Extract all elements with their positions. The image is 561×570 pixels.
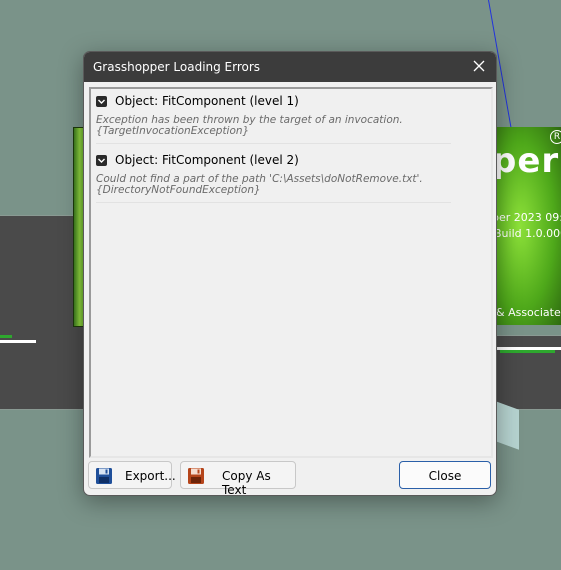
geometry-stroke	[500, 350, 555, 353]
collapse-toggle-icon[interactable]	[96, 95, 107, 107]
close-icon[interactable]	[471, 58, 487, 74]
copy-as-text-button[interactable]: Copy As Text	[180, 461, 296, 495]
error-item-header[interactable]: Object: FitComponent (level 2)	[96, 153, 299, 167]
copy-disk-icon	[187, 467, 205, 485]
error-item-header[interactable]: Object: FitComponent (level 1)	[96, 94, 299, 108]
item-divider	[96, 143, 451, 144]
splash-title: per	[492, 141, 560, 181]
error-exception-type: {DirectoryNotFoundException}	[96, 184, 261, 196]
error-exception-type: {TargetInvocationException}	[96, 125, 250, 137]
copy-button-label: Copy As Text	[222, 469, 271, 496]
collapse-toggle-icon[interactable]	[96, 154, 107, 166]
geometry-stroke	[0, 340, 36, 343]
loading-errors-dialog: Grasshopper Loading Errors Object: FitCo…	[83, 51, 497, 496]
item-divider	[96, 202, 451, 203]
splash-build: Build 1.0.000	[494, 227, 561, 240]
close-button[interactable]: Close	[399, 461, 491, 489]
dialog-titlebar[interactable]: Grasshopper Loading Errors	[84, 52, 496, 82]
splash-credit: & Associate	[496, 306, 561, 319]
splash-registered-mark: R	[550, 130, 561, 144]
error-list[interactable]: Object: FitComponent (level 1) Exception…	[89, 87, 493, 458]
export-button[interactable]: Export...	[88, 461, 176, 489]
save-disk-icon	[95, 467, 113, 485]
error-message: Could not find a part of the path 'C:\As…	[96, 174, 423, 196]
export-button-label: Export...	[125, 469, 176, 483]
splash-date: ber 2023 09:0	[492, 211, 561, 224]
geometry-stroke	[0, 335, 12, 338]
error-message: Exception has been thrown by the target …	[96, 115, 403, 137]
error-item-title: Object: FitComponent (level 2)	[115, 153, 299, 167]
dialog-title: Grasshopper Loading Errors	[93, 60, 261, 74]
close-button-label: Close	[428, 469, 462, 483]
error-item-title: Object: FitComponent (level 1)	[115, 94, 299, 108]
splash-image-right: per R ber 2023 09:0 Build 1.0.000 & Asso…	[492, 127, 561, 325]
